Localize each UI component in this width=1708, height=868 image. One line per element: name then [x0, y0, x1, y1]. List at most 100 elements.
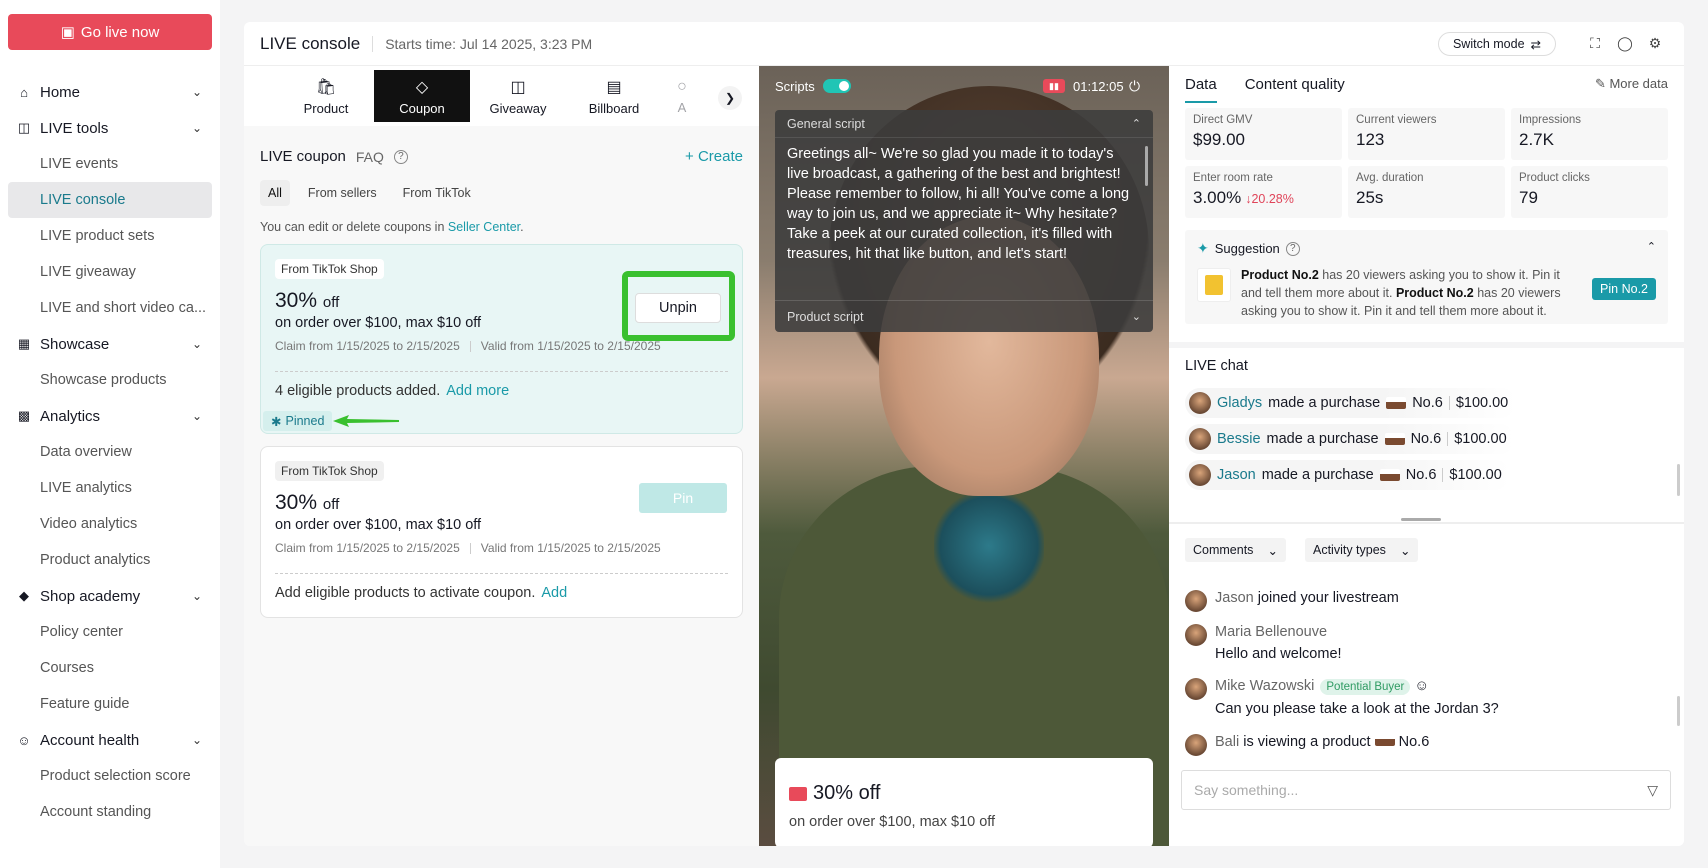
- sidebar-item-live-tools[interactable]: ◫ LIVE tools ⌄: [8, 110, 212, 146]
- globe-icon[interactable]: ◯: [1616, 34, 1634, 52]
- user-profile-icon[interactable]: ☺: [1414, 678, 1429, 694]
- tab-content-quality[interactable]: Content quality: [1245, 76, 1345, 103]
- sidebar-item-live-console[interactable]: LIVE console: [8, 182, 212, 218]
- sidebar-item-live-short-video[interactable]: LIVE and short video ca...: [8, 290, 212, 326]
- fullscreen-icon[interactable]: ⛶: [1586, 34, 1604, 52]
- filter-from-sellers[interactable]: From sellers: [300, 180, 385, 206]
- filter-from-tiktok[interactable]: From TikTok: [395, 180, 479, 206]
- page-title: LIVE console: [260, 33, 361, 53]
- seller-center-link[interactable]: Seller Center: [448, 220, 520, 234]
- pin-no2-button[interactable]: Pin No.2: [1592, 278, 1656, 300]
- swap-icon: ⇄: [1530, 37, 1542, 52]
- home-icon: ⌂: [20, 84, 28, 100]
- chevron-down-icon: ⌄: [191, 337, 202, 351]
- bag-icon: 🛍: [315, 78, 337, 96]
- edit-coupons-note: You can edit or delete coupons in Seller…: [260, 220, 524, 234]
- sidebar-item-product-selection-score[interactable]: Product selection score: [8, 758, 212, 794]
- activity-types-dropdown[interactable]: Activity types ⌄: [1305, 538, 1419, 562]
- live-chat-title: LIVE chat: [1185, 358, 1248, 374]
- purchase-item: Bessie made a purchase No.6 $100.00: [1185, 424, 1515, 454]
- script-scrollbar[interactable]: [1145, 146, 1148, 186]
- sidebar-item-video-analytics[interactable]: Video analytics: [8, 506, 212, 542]
- join-message: Jason joined your livestream: [1185, 590, 1665, 612]
- card-divider: [275, 573, 728, 574]
- tab-data[interactable]: Data: [1185, 76, 1217, 103]
- pinned-badge: ✱ Pinned: [263, 411, 333, 431]
- sidebar-item-live-product-sets[interactable]: LIVE product sets: [8, 218, 212, 254]
- add-more-link[interactable]: Add more: [446, 383, 509, 399]
- sidebar-item-showcase[interactable]: ▦ Showcase ⌄: [8, 326, 212, 362]
- chevron-down-icon: ⌄: [191, 409, 202, 423]
- create-coupon-button[interactable]: + Create: [685, 148, 743, 165]
- general-script-header[interactable]: General script ⌃: [775, 110, 1153, 138]
- chevron-up-icon[interactable]: ⌃: [1647, 240, 1656, 253]
- console-header: LIVE console Starts time: Jul 14 2025, 3…: [244, 22, 1684, 66]
- chevron-right-icon: ❯: [724, 91, 736, 105]
- analytics-icon: ▩: [17, 408, 31, 423]
- resize-handle[interactable]: [1401, 518, 1441, 521]
- sidebar-item-policy-center[interactable]: Policy center: [8, 614, 212, 650]
- coupon-discount: 30% off: [275, 491, 340, 514]
- tab-giveaway[interactable]: ◫ Giveaway: [470, 70, 566, 122]
- gear-icon[interactable]: ⚙: [1646, 34, 1664, 52]
- shoe-icon: [1384, 433, 1405, 445]
- tabs-next-button[interactable]: ❯: [718, 86, 742, 110]
- tab-product[interactable]: 🛍 Product: [278, 70, 374, 122]
- sidebar-item-showcase-products[interactable]: Showcase products: [8, 362, 212, 398]
- chat-input[interactable]: Say something... ▽: [1181, 770, 1671, 810]
- scripts-toggle[interactable]: [822, 79, 851, 93]
- avatar: [1185, 624, 1207, 646]
- tab-billboard[interactable]: ▤ Billboard: [566, 70, 662, 122]
- go-live-button[interactable]: ▣ Go live now: [8, 14, 212, 50]
- sidebar-item-live-giveaway[interactable]: LIVE giveaway: [8, 254, 212, 290]
- tab-coupon[interactable]: ◇ Coupon: [374, 70, 470, 122]
- coupon-source: From TikTok Shop: [275, 461, 384, 481]
- sparkle-icon: ✦: [1197, 240, 1209, 256]
- sidebar-item-analytics[interactable]: ▩ Analytics ⌄: [8, 398, 212, 434]
- sidebar-item-account-health[interactable]: ☺ Account health ⌄: [8, 722, 212, 758]
- metric-impressions: Impressions 2.7K: [1511, 108, 1668, 160]
- yellow-bag-icon: [1205, 275, 1223, 295]
- avatar: [1189, 428, 1211, 450]
- metric-avg-duration: Avg. duration 25s: [1348, 166, 1505, 218]
- avatar: [1185, 590, 1207, 612]
- chevron-down-icon: ⌄: [191, 121, 202, 135]
- chat-scrollbar[interactable]: [1677, 696, 1680, 726]
- comments-dropdown[interactable]: Comments ⌄: [1185, 538, 1286, 562]
- annotation-arrow: [333, 415, 399, 427]
- comment-item: Mike Wazowski Potential Buyer ☺ Can you pl…: [1185, 678, 1665, 717]
- sidebar-item-feature-guide[interactable]: Feature guide: [8, 686, 212, 722]
- potential-buyer-badge: Potential Buyer: [1320, 679, 1411, 695]
- coupon-source: From TikTok Shop: [275, 259, 384, 279]
- product-thumbnail: [1197, 268, 1231, 302]
- more-data-link[interactable]: ✎ More data: [1595, 76, 1668, 92]
- product-script-header[interactable]: Product script ⌄: [775, 300, 1153, 332]
- chevron-down-icon: ⌄: [191, 589, 202, 603]
- sidebar-item-home[interactable]: ⌂ Home ⌄: [8, 74, 212, 110]
- coupon-eligible: 4 eligible products added. Add more: [275, 383, 510, 399]
- filter-icon[interactable]: ▽: [1647, 782, 1658, 799]
- faq-link[interactable]: FAQ: [356, 149, 384, 165]
- sidebar-item-courses[interactable]: Courses: [8, 650, 212, 686]
- sidebar-item-data-overview[interactable]: Data overview: [8, 434, 212, 470]
- sidebar-item-live-analytics[interactable]: LIVE analytics: [8, 470, 212, 506]
- tab-more[interactable]: ○ A: [662, 70, 702, 122]
- switch-mode-button[interactable]: Switch mode ⇄: [1438, 32, 1556, 56]
- account-icon: ☺: [17, 732, 31, 748]
- sidebar-item-shop-academy[interactable]: ◆ Shop academy ⌄: [8, 578, 212, 614]
- coupon-condition: on order over $100, max $10 off: [275, 517, 482, 533]
- add-link[interactable]: Add: [541, 585, 567, 601]
- sidebar: ▣ Go live now ⌂ Home ⌄ ◫ LIVE tools ⌄ LIVE e…: [0, 0, 220, 868]
- coupon-eligible: Add eligible products to activate coupon…: [275, 585, 568, 601]
- help-icon[interactable]: ?: [1285, 241, 1300, 256]
- pin-button[interactable]: Pin: [639, 483, 727, 513]
- help-icon[interactable]: ?: [393, 149, 408, 164]
- sidebar-item-account-standing[interactable]: Account standing: [8, 794, 212, 830]
- unpin-button[interactable]: Unpin: [635, 293, 721, 323]
- purchase-scrollbar[interactable]: [1677, 464, 1680, 496]
- academy-icon: ◆: [19, 588, 29, 603]
- avatar: [1189, 464, 1211, 486]
- sidebar-item-product-analytics[interactable]: Product analytics: [8, 542, 212, 578]
- sidebar-item-live-events[interactable]: LIVE events: [8, 146, 212, 182]
- filter-all[interactable]: All: [260, 180, 290, 206]
